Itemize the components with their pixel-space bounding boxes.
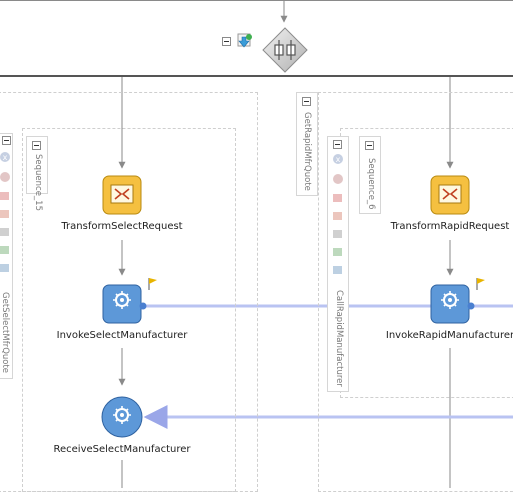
sequence-6-label: Sequence_6 bbox=[366, 158, 376, 210]
sequence-15-label: Sequence_15 bbox=[33, 154, 43, 211]
transform-icon[interactable] bbox=[102, 175, 142, 215]
scope-label-call-rapid: CallRapidManufacturer bbox=[334, 290, 344, 387]
activity-label: TransformSelectRequest bbox=[61, 221, 183, 232]
invoke-gear-icon[interactable] bbox=[430, 284, 476, 326]
activity-label: ReceiveSelectManufacturer bbox=[53, 444, 191, 455]
svg-text:x: x bbox=[336, 155, 341, 164]
collapse-icon[interactable] bbox=[222, 37, 231, 46]
flow-diamond-icon[interactable] bbox=[261, 26, 309, 74]
collapse-icon[interactable] bbox=[32, 141, 41, 150]
collapse-icon[interactable] bbox=[365, 141, 374, 150]
collapse-icon[interactable] bbox=[302, 97, 311, 106]
invoke-gear-icon[interactable] bbox=[102, 284, 148, 326]
svg-text:x: x bbox=[3, 153, 8, 162]
flag-icon bbox=[148, 278, 157, 290]
flag-icon bbox=[476, 278, 485, 290]
scope-tool-icons[interactable]: x bbox=[0, 150, 12, 290]
receive-gear-icon[interactable] bbox=[100, 395, 144, 439]
activity-label: InvokeSelectManufacturer bbox=[56, 330, 188, 341]
expand-arrow-icon[interactable] bbox=[234, 32, 256, 52]
collapse-icon[interactable] bbox=[2, 136, 11, 145]
scope-label-get-rapid: GetRapidMfrQuote bbox=[302, 112, 312, 191]
collapse-icon[interactable] bbox=[333, 140, 342, 149]
scope-label-get-select: GetSelectMfrQuote bbox=[0, 292, 10, 374]
transform-icon[interactable] bbox=[430, 175, 470, 215]
activity-label: TransformRapidRequest bbox=[390, 221, 510, 232]
scope-tool-icons[interactable]: x bbox=[330, 152, 346, 282]
activity-label: InvokeRapidManufacturer bbox=[385, 330, 513, 341]
